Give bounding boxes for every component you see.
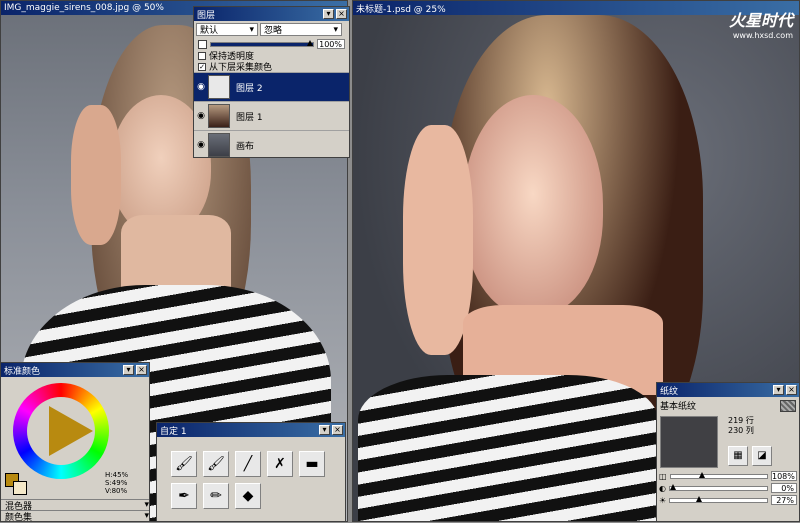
brightness-icon: ☀	[659, 495, 667, 505]
paper-swatch-button[interactable]	[780, 399, 796, 412]
chevron-down-icon: ▾	[333, 24, 338, 35]
pick-up-underlying-color-label: 从下层采集颜色	[209, 63, 273, 73]
brush-icon[interactable]: 🖌	[203, 451, 229, 477]
close-icon[interactable]: ×	[332, 425, 343, 435]
blend-mode-value: 忽略	[264, 26, 283, 36]
layer-thumbnail	[208, 133, 230, 157]
panel-menu-button[interactable]: ▾	[123, 365, 134, 375]
eye-icon[interactable]: ◉	[194, 82, 208, 92]
slider-knob[interactable]	[669, 483, 676, 490]
chevron-down-icon[interactable]: ▾	[144, 500, 149, 510]
layers-title: 图层	[197, 10, 216, 21]
paper-scale-slider[interactable]	[669, 471, 768, 479]
watermark: 火星时代 www.hxsd.com	[729, 7, 793, 40]
saturation-value-triangle[interactable]	[49, 406, 93, 456]
panel-menu-button[interactable]: ▾	[773, 385, 784, 395]
layer-row-canvas[interactable]: ◉ 画布	[194, 130, 349, 159]
brush-icon[interactable]: 🖌	[171, 451, 197, 477]
paper-brightness-slider[interactable]	[669, 495, 768, 503]
eye-icon[interactable]: ◉	[194, 111, 208, 121]
paper-contrast-value[interactable]: 0%	[771, 483, 797, 493]
paper-preview	[660, 416, 718, 468]
opacity-value[interactable]: 100%	[317, 39, 345, 49]
layer-thumbnail	[208, 104, 230, 128]
opacity-slider-knob[interactable]	[307, 39, 313, 46]
color-titlebar[interactable]: 标准颜色 ▾ ×	[1, 363, 149, 377]
value-value: V:80%	[105, 487, 128, 495]
panel-menu-button[interactable]: ▾	[319, 425, 330, 435]
invert-paper-icon[interactable]: ▦	[728, 446, 748, 466]
custom-brush-panel[interactable]: 自定 1 ▾ × 🖌 🖌 ╱ ✗ ▬ ✒ ✏ ◆	[156, 422, 346, 522]
paper-contrast-row: ◐ 0%	[657, 482, 799, 494]
saturation-value: S:49%	[105, 479, 128, 487]
paper-rows: 219 行	[728, 416, 754, 425]
pen-icon[interactable]: ✒	[171, 483, 197, 509]
color-title: 标准颜色	[4, 366, 41, 377]
contrast-icon: ◐	[659, 483, 666, 493]
panel-menu-button[interactable]: ▾	[323, 9, 334, 19]
paper-name: 基本纸纹	[660, 402, 697, 412]
opacity-slider[interactable]	[210, 39, 314, 47]
layers-panel[interactable]: 图层 ▾ × 默认 ▾ 忽略 ▾ 100% 保持透明度 ✓ 从下层采集颜色 ◉ 图层 2 ◉…	[193, 6, 350, 158]
paper-scale-row: ◫ 108%	[657, 470, 799, 482]
paper-scale-value[interactable]: 108%	[771, 471, 797, 481]
brush-titlebar[interactable]: 自定 1 ▾ ×	[157, 423, 345, 437]
scale-icon: ◫	[659, 471, 667, 481]
close-icon[interactable]: ×	[336, 9, 347, 19]
brush-title: 自定 1	[160, 426, 187, 437]
color-sets-label: 颜色集	[5, 512, 33, 523]
brush-icon[interactable]: ▬	[299, 451, 325, 477]
chevron-down-icon: ▾	[249, 24, 254, 35]
composite-method-select[interactable]: 默认 ▾	[196, 23, 258, 36]
opacity-icon	[198, 39, 207, 49]
brush-icon[interactable]: ✗	[267, 451, 293, 477]
painting-striped-top	[358, 375, 658, 521]
slider-knob[interactable]	[696, 495, 703, 502]
layer-thumbnail	[208, 75, 230, 99]
directional-paper-icon[interactable]: ◪	[752, 446, 772, 466]
blend-mode-select[interactable]: 忽略 ▾	[260, 23, 342, 36]
paper-titlebar[interactable]: 纸纹 ▾ ×	[657, 383, 799, 397]
layer-name: 图层 1	[236, 112, 263, 123]
paper-cols: 230 列	[728, 426, 754, 435]
brush-icon[interactable]: ╱	[235, 451, 261, 477]
composite-method-value: 默认	[200, 26, 219, 36]
hue-value: H:45%	[105, 471, 129, 479]
pencil-icon[interactable]: ✏	[203, 483, 229, 509]
layer-row-layer2[interactable]: ◉ 图层 2	[194, 72, 349, 101]
mixer-panel-header[interactable]: 混色器 ▾	[1, 499, 149, 512]
watermark-brand: 火星时代	[728, 11, 793, 30]
painting-face	[463, 95, 603, 315]
layer-row-layer1[interactable]: ◉ 图层 1	[194, 101, 349, 130]
color-sets-panel-header[interactable]: 颜色集 ▾	[1, 510, 149, 523]
close-icon[interactable]: ×	[786, 385, 797, 395]
watermark-url: www.hxsd.com	[732, 31, 793, 40]
chevron-down-icon[interactable]: ▾	[144, 511, 149, 521]
checkbox-box[interactable]	[198, 51, 206, 60]
layer-name: 图层 2	[236, 83, 263, 94]
knife-icon[interactable]: ◆	[235, 483, 261, 509]
pick-up-underlying-color-checkbox[interactable]: ✓ 从下层采集颜色	[194, 61, 349, 73]
layer-name: 画布	[236, 141, 255, 152]
paper-brightness-value[interactable]: 27%	[771, 495, 797, 505]
hsv-readout: H:45% S:49% V:80%	[105, 471, 128, 495]
paper-title: 纸纹	[660, 386, 679, 397]
color-panel[interactable]: 标准颜色 ▾ × H:45% S:49% V:80% 混色器 ▾ 颜色集 ▾	[0, 362, 150, 523]
secondary-color-swatch[interactable]	[13, 481, 27, 495]
paper-contrast-slider[interactable]	[668, 483, 768, 491]
slider-knob[interactable]	[699, 471, 706, 478]
close-icon[interactable]: ×	[136, 365, 147, 375]
layers-titlebar[interactable]: 图层 ▾ ×	[194, 7, 349, 21]
eye-icon[interactable]: ◉	[194, 140, 208, 150]
paper-panel[interactable]: 纸纹 ▾ × 基本纸纹 219 行 230 列 ▦ ◪ ◫ 108% ◐ 0% ☀ 27%	[656, 382, 800, 522]
photo-hand	[71, 105, 121, 245]
paper-brightness-row: ☀ 27%	[657, 494, 799, 506]
checkbox-box[interactable]: ✓	[198, 62, 206, 71]
